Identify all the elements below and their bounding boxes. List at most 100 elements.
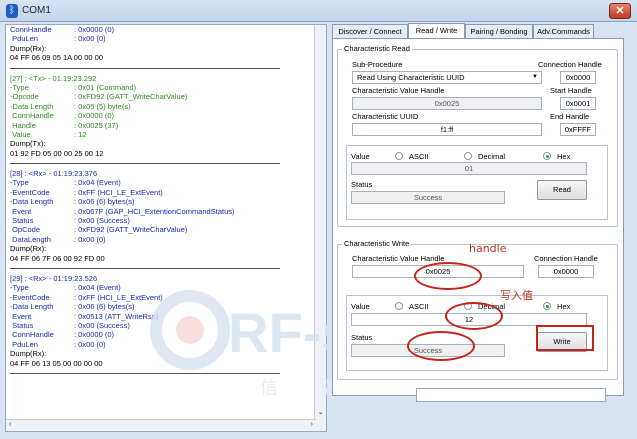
write-radio-hex[interactable] [543, 302, 551, 310]
sub-procedure-label: Sub-Procedure [352, 60, 403, 69]
log-field-key: PduLen [10, 339, 38, 349]
sub-procedure-select[interactable]: Read Using Characteristic UUID ▼ [352, 71, 542, 84]
scroll-left-icon[interactable]: ‹ [9, 421, 11, 428]
log-field-key: ConnHandle [10, 330, 54, 340]
handle-annotation: handle [469, 242, 507, 255]
end-handle-label: End Handle [550, 112, 590, 121]
read-radio-hex[interactable] [543, 152, 551, 160]
log-field-value: : 0x00 (0) [74, 234, 106, 244]
log-field: -Type: 0x04 (Event) [10, 283, 310, 292]
log-vertical-scrollbar[interactable]: ⌄ [314, 25, 326, 431]
log-entry-header: [29] : <Rx> - 01:19:23.526 [10, 273, 98, 283]
handle-highlight-ellipse [414, 262, 482, 290]
log-field-key: Handle [10, 120, 36, 130]
log-field-key: -Data Length [10, 197, 54, 207]
write-radio-ascii[interactable] [395, 302, 403, 310]
log-field: Event : 0x0513 (ATT_WriteRsp) [10, 312, 310, 321]
log-field-key: -Opcode [10, 92, 39, 102]
log-field-value: : 0x067F (GAP_HCI_ExtentionCommandStatus… [74, 206, 235, 216]
log-field-value: : 0x0513 (ATT_WriteRsp) [74, 311, 159, 321]
tab-discover-connect[interactable]: Discover / Connect [332, 24, 408, 38]
read-value-box: Value ASCII Decimal Hex 01 Status Succes… [346, 145, 608, 220]
log-field: ConnHandle: 0x0000 (0) [10, 25, 310, 34]
log-field-value: : 0x00 (Success) [74, 320, 130, 330]
log-field-value: : 0xFF (HCI_LE_ExtEvent) [74, 292, 163, 302]
end-handle-input[interactable]: 0xFFFF [560, 123, 596, 136]
status-strip [416, 388, 606, 402]
log-separator [10, 267, 280, 269]
log-separator [10, 372, 280, 374]
read-radio-ascii[interactable] [395, 152, 403, 160]
log-dump-label: Dump(Rx): [10, 244, 47, 254]
window-title: COM1 [22, 5, 51, 16]
log-field-value: : 0x04 (Event) [74, 283, 121, 293]
log-field-value: : 0x0000 (0) [74, 330, 115, 340]
log-content: ConnHandle: 0x0000 (0) PduLen: 0x00 (0) D… [10, 25, 310, 379]
log-field-value: : 0x00 (Success) [74, 216, 130, 226]
characteristic-write-label: Characteristic Write [342, 239, 412, 248]
log-field: OpCode: 0xFD92 (GATT_WriteCharValue) [10, 225, 310, 234]
log-separator [10, 67, 280, 69]
log-field: Event: 0x067F (GAP_HCI_ExtentionCommandS… [10, 207, 310, 216]
tab-pairing-bonding[interactable]: Pairing / Bonding [465, 24, 533, 38]
close-button[interactable]: ✕ [609, 3, 631, 19]
status-highlight-ellipse [407, 331, 475, 361]
log-dump-label: Dump(Rx): [10, 43, 47, 53]
log-dump: 04 FF 06 13 05 00 00 00 00 [10, 358, 103, 368]
log-field-value: : 0x0000 (0) [74, 25, 115, 34]
write-hex-label: Hex [557, 302, 571, 311]
log-field-value: : 0x00 (0) [74, 339, 106, 349]
log-field: Value : 12 [10, 130, 310, 139]
read-connection-handle-input[interactable]: 0x0000 [560, 71, 596, 84]
log-field: -Data Length: 0x05 (5) byte(s) [10, 102, 310, 111]
log-field: PduLen : 0x00 (0) [10, 340, 310, 349]
log-field-value: : 0x06 (6) bytes(s) [74, 302, 135, 312]
log-field-value: : 0x01 (Command) [74, 82, 137, 92]
log-dump-label: Dump(Rx): [10, 349, 47, 359]
log-field-value: : 0x0025 (37) [74, 120, 119, 130]
log-field-key: -EventCode [10, 187, 50, 197]
tab-adv-commands[interactable]: Adv.Commands [533, 24, 594, 38]
write-connection-handle-label: Connection Handle [534, 254, 598, 263]
log-dump: 04 FF 06 09 05 1A 00 00 00 [10, 53, 103, 63]
write-char-value-handle-label: Characteristic Value Handle [352, 254, 445, 263]
log-field: ConnHandle : 0x0000 (0) [10, 330, 310, 339]
log-field-key: -Data Length [10, 302, 54, 312]
log-field-key: Event [10, 311, 32, 321]
read-ascii-label: ASCII [409, 152, 429, 161]
read-char-value-handle-input[interactable]: 0x0025 [352, 97, 542, 110]
write-value-label: Value [351, 302, 370, 311]
log-field-value: : 0xFF (HCI_LE_ExtEvent) [74, 187, 163, 197]
log-entry-header: [28] : <Rx> - 01:19:23.376 [10, 169, 98, 179]
write-status-label: Status [351, 333, 373, 342]
log-field: Handle : 0x0025 (37) [10, 121, 310, 130]
sub-procedure-value: Read Using Characteristic UUID [357, 73, 465, 82]
read-connection-handle-label: Connection Handle [538, 60, 602, 69]
bluetooth-icon: ᛒ [6, 4, 18, 18]
log-field-key: -EventCode [10, 292, 50, 302]
write-ascii-label: ASCII [409, 302, 429, 311]
log-field-key: -Data Length [10, 101, 54, 111]
right-panel: Discover / Connect Read / Write Pairing … [332, 23, 624, 436]
write-button-highlight-rect [536, 325, 594, 351]
log-field: -EventCode : 0xFF (HCI_LE_ExtEvent) [10, 293, 310, 302]
read-radio-decimal[interactable] [464, 152, 472, 160]
read-value-label: Value [351, 152, 370, 161]
write-connection-handle-input[interactable]: 0x0000 [538, 265, 594, 278]
read-button[interactable]: Read [537, 180, 587, 200]
scroll-right-icon[interactable]: › [311, 421, 313, 428]
log-field-key: -Type [10, 82, 29, 92]
log-field-key: OpCode [10, 225, 41, 235]
log-field: ConnHandle: 0x0000 (0) [10, 111, 310, 120]
char-uuid-input[interactable]: f1:ff [352, 123, 542, 136]
tab-read-write[interactable]: Read / Write [408, 23, 465, 38]
log-field-value: : 0x06 (6) bytes(s) [74, 197, 135, 207]
log-horizontal-scrollbar[interactable]: ‹ › [6, 419, 316, 431]
log-field-key: Value [10, 129, 31, 139]
start-handle-input[interactable]: 0x0001 [560, 97, 596, 110]
scroll-down-icon[interactable]: ⌄ [315, 408, 326, 419]
log-field-value: : 12 [74, 129, 87, 139]
log-field-key: Status [10, 320, 34, 330]
message-log[interactable]: ConnHandle: 0x0000 (0) PduLen: 0x00 (0) D… [5, 24, 327, 432]
log-dump: 04 FF 06 7F 06 00 92 FD 00 [10, 253, 105, 263]
